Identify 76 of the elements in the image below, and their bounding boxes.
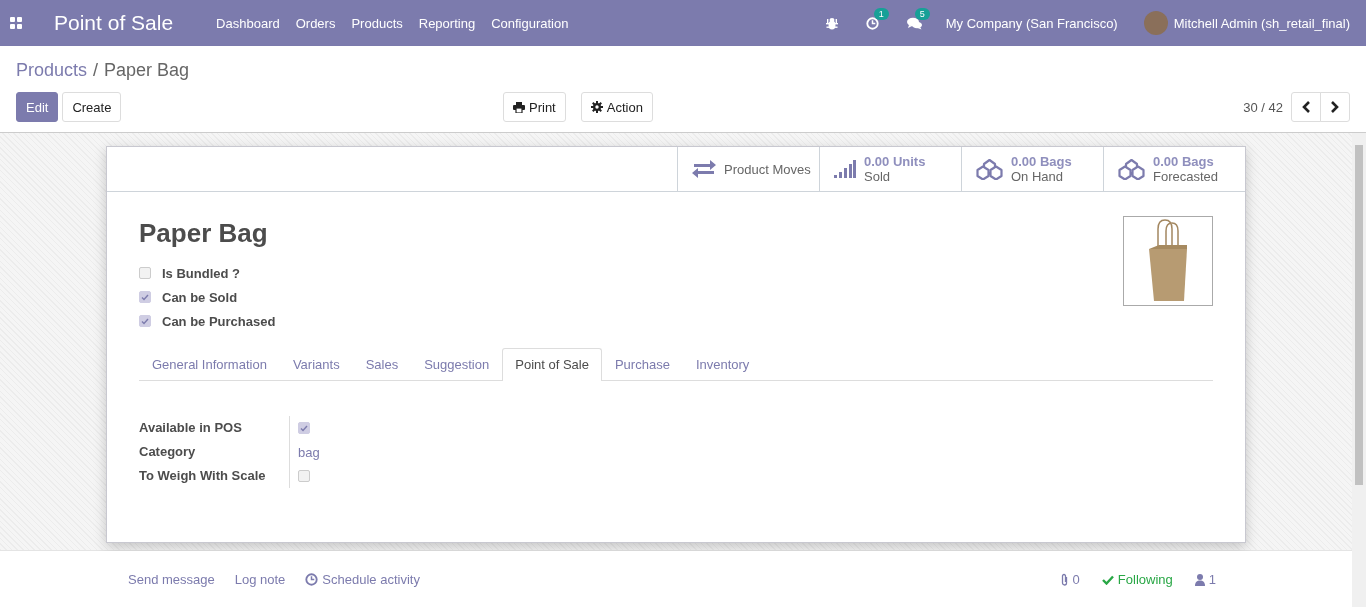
menu-item[interactable]: Dashboard bbox=[208, 15, 288, 31]
checkbox[interactable] bbox=[298, 470, 310, 482]
stat-label: Product Moves bbox=[724, 161, 811, 177]
scrollbar[interactable] bbox=[1352, 133, 1366, 607]
checkbox-label: Can be Sold bbox=[162, 289, 238, 305]
signal-bars-icon bbox=[834, 160, 856, 178]
breadcrumb-link[interactable]: Products bbox=[16, 59, 88, 81]
pager-counter: 30 / 42 bbox=[1243, 99, 1283, 115]
next-record-button[interactable] bbox=[1320, 92, 1350, 122]
stat-value: 0.00 Units bbox=[864, 154, 926, 169]
attachments-button[interactable]: 0 bbox=[1059, 572, 1080, 587]
send-message-link[interactable]: Send message bbox=[128, 572, 215, 587]
log-note-link[interactable]: Log note bbox=[234, 572, 286, 587]
menu-item[interactable]: Orders bbox=[287, 15, 344, 31]
app-title: Point of Sale bbox=[54, 11, 174, 35]
checkbox[interactable] bbox=[139, 315, 151, 327]
cubes-icon bbox=[1118, 158, 1145, 180]
exchange-arrows-icon bbox=[692, 160, 716, 178]
scrollbar-thumb[interactable] bbox=[1355, 145, 1363, 485]
chevron-right-icon bbox=[1330, 101, 1340, 113]
stat-value: 0.00 Bags bbox=[1011, 154, 1072, 169]
field-label: Category bbox=[139, 443, 197, 461]
user-menu[interactable]: Mitchell Admin (sh_retail_final) bbox=[1173, 15, 1350, 31]
action-button[interactable]: Action bbox=[580, 92, 653, 122]
checkbox[interactable] bbox=[298, 422, 310, 434]
stat-label: On Hand bbox=[1011, 169, 1065, 184]
smart-button[interactable]: Product Moves bbox=[677, 147, 819, 191]
tab[interactable]: Inventory bbox=[682, 348, 763, 380]
breadcrumb-separator: / bbox=[93, 59, 99, 81]
schedule-activity-link[interactable]: Schedule activity bbox=[305, 572, 420, 587]
product-photo[interactable] bbox=[1123, 216, 1213, 306]
menu-item[interactable]: Products bbox=[343, 15, 411, 31]
message-count-badge: 5 bbox=[914, 7, 930, 20]
stat-value: 0.00 Bags bbox=[1153, 154, 1215, 169]
product-name: Paper Bag bbox=[139, 218, 269, 249]
menu-item[interactable]: Configuration bbox=[483, 15, 577, 31]
breadcrumb-current: Paper Bag bbox=[104, 59, 190, 81]
paperclip-icon bbox=[1059, 573, 1069, 586]
checkbox[interactable] bbox=[139, 267, 151, 279]
clock-icon bbox=[305, 573, 319, 586]
gear-icon bbox=[590, 101, 603, 113]
following-button[interactable]: Following bbox=[1101, 572, 1173, 587]
company-switcher[interactable]: My Company (San Francisco) bbox=[945, 15, 1118, 31]
cubes-icon bbox=[976, 158, 1003, 180]
activity-count-badge: 1 bbox=[873, 7, 889, 20]
previous-record-button[interactable] bbox=[1291, 92, 1321, 122]
field-label: Available in POS bbox=[139, 419, 243, 437]
activity-clock-icon[interactable] bbox=[865, 16, 879, 30]
tab[interactable]: Sales bbox=[352, 348, 412, 380]
tab[interactable]: Purchase bbox=[601, 348, 683, 380]
stat-label: Sold bbox=[864, 169, 892, 184]
printer-icon bbox=[513, 101, 525, 113]
stat-label: Forecasted bbox=[1153, 169, 1219, 184]
tab[interactable]: General Information bbox=[139, 348, 280, 380]
smart-button[interactable]: 0.00 Units Sold bbox=[819, 147, 961, 191]
create-button[interactable]: Create bbox=[62, 92, 122, 122]
checkbox-label: Can be Purchased bbox=[162, 313, 276, 329]
check-icon bbox=[1101, 574, 1114, 585]
chevron-left-icon bbox=[1301, 101, 1311, 113]
followers-button[interactable]: 1 bbox=[1194, 572, 1216, 587]
category-link[interactable]: bag bbox=[298, 444, 320, 460]
bug-icon[interactable] bbox=[825, 16, 838, 30]
checkbox[interactable] bbox=[139, 291, 151, 303]
smart-button[interactable]: 0.00 Bags On Hand bbox=[961, 147, 1103, 191]
user-icon bbox=[1194, 573, 1205, 586]
apps-menu-icon[interactable] bbox=[10, 17, 22, 29]
chat-icon[interactable] bbox=[906, 16, 922, 30]
edit-button[interactable]: Edit bbox=[16, 92, 59, 122]
smart-button[interactable]: 0.00 Bags Forecasted bbox=[1103, 147, 1245, 191]
checkbox-label: Is Bundled ? bbox=[162, 265, 240, 281]
print-button[interactable]: Print bbox=[503, 92, 566, 122]
menu-item[interactable]: Reporting bbox=[410, 15, 484, 31]
tab[interactable]: Point of Sale bbox=[502, 348, 602, 381]
tab[interactable]: Suggestion bbox=[411, 348, 503, 380]
field-label: To Weigh With Scale bbox=[139, 467, 267, 485]
tab[interactable]: Variants bbox=[279, 348, 353, 380]
